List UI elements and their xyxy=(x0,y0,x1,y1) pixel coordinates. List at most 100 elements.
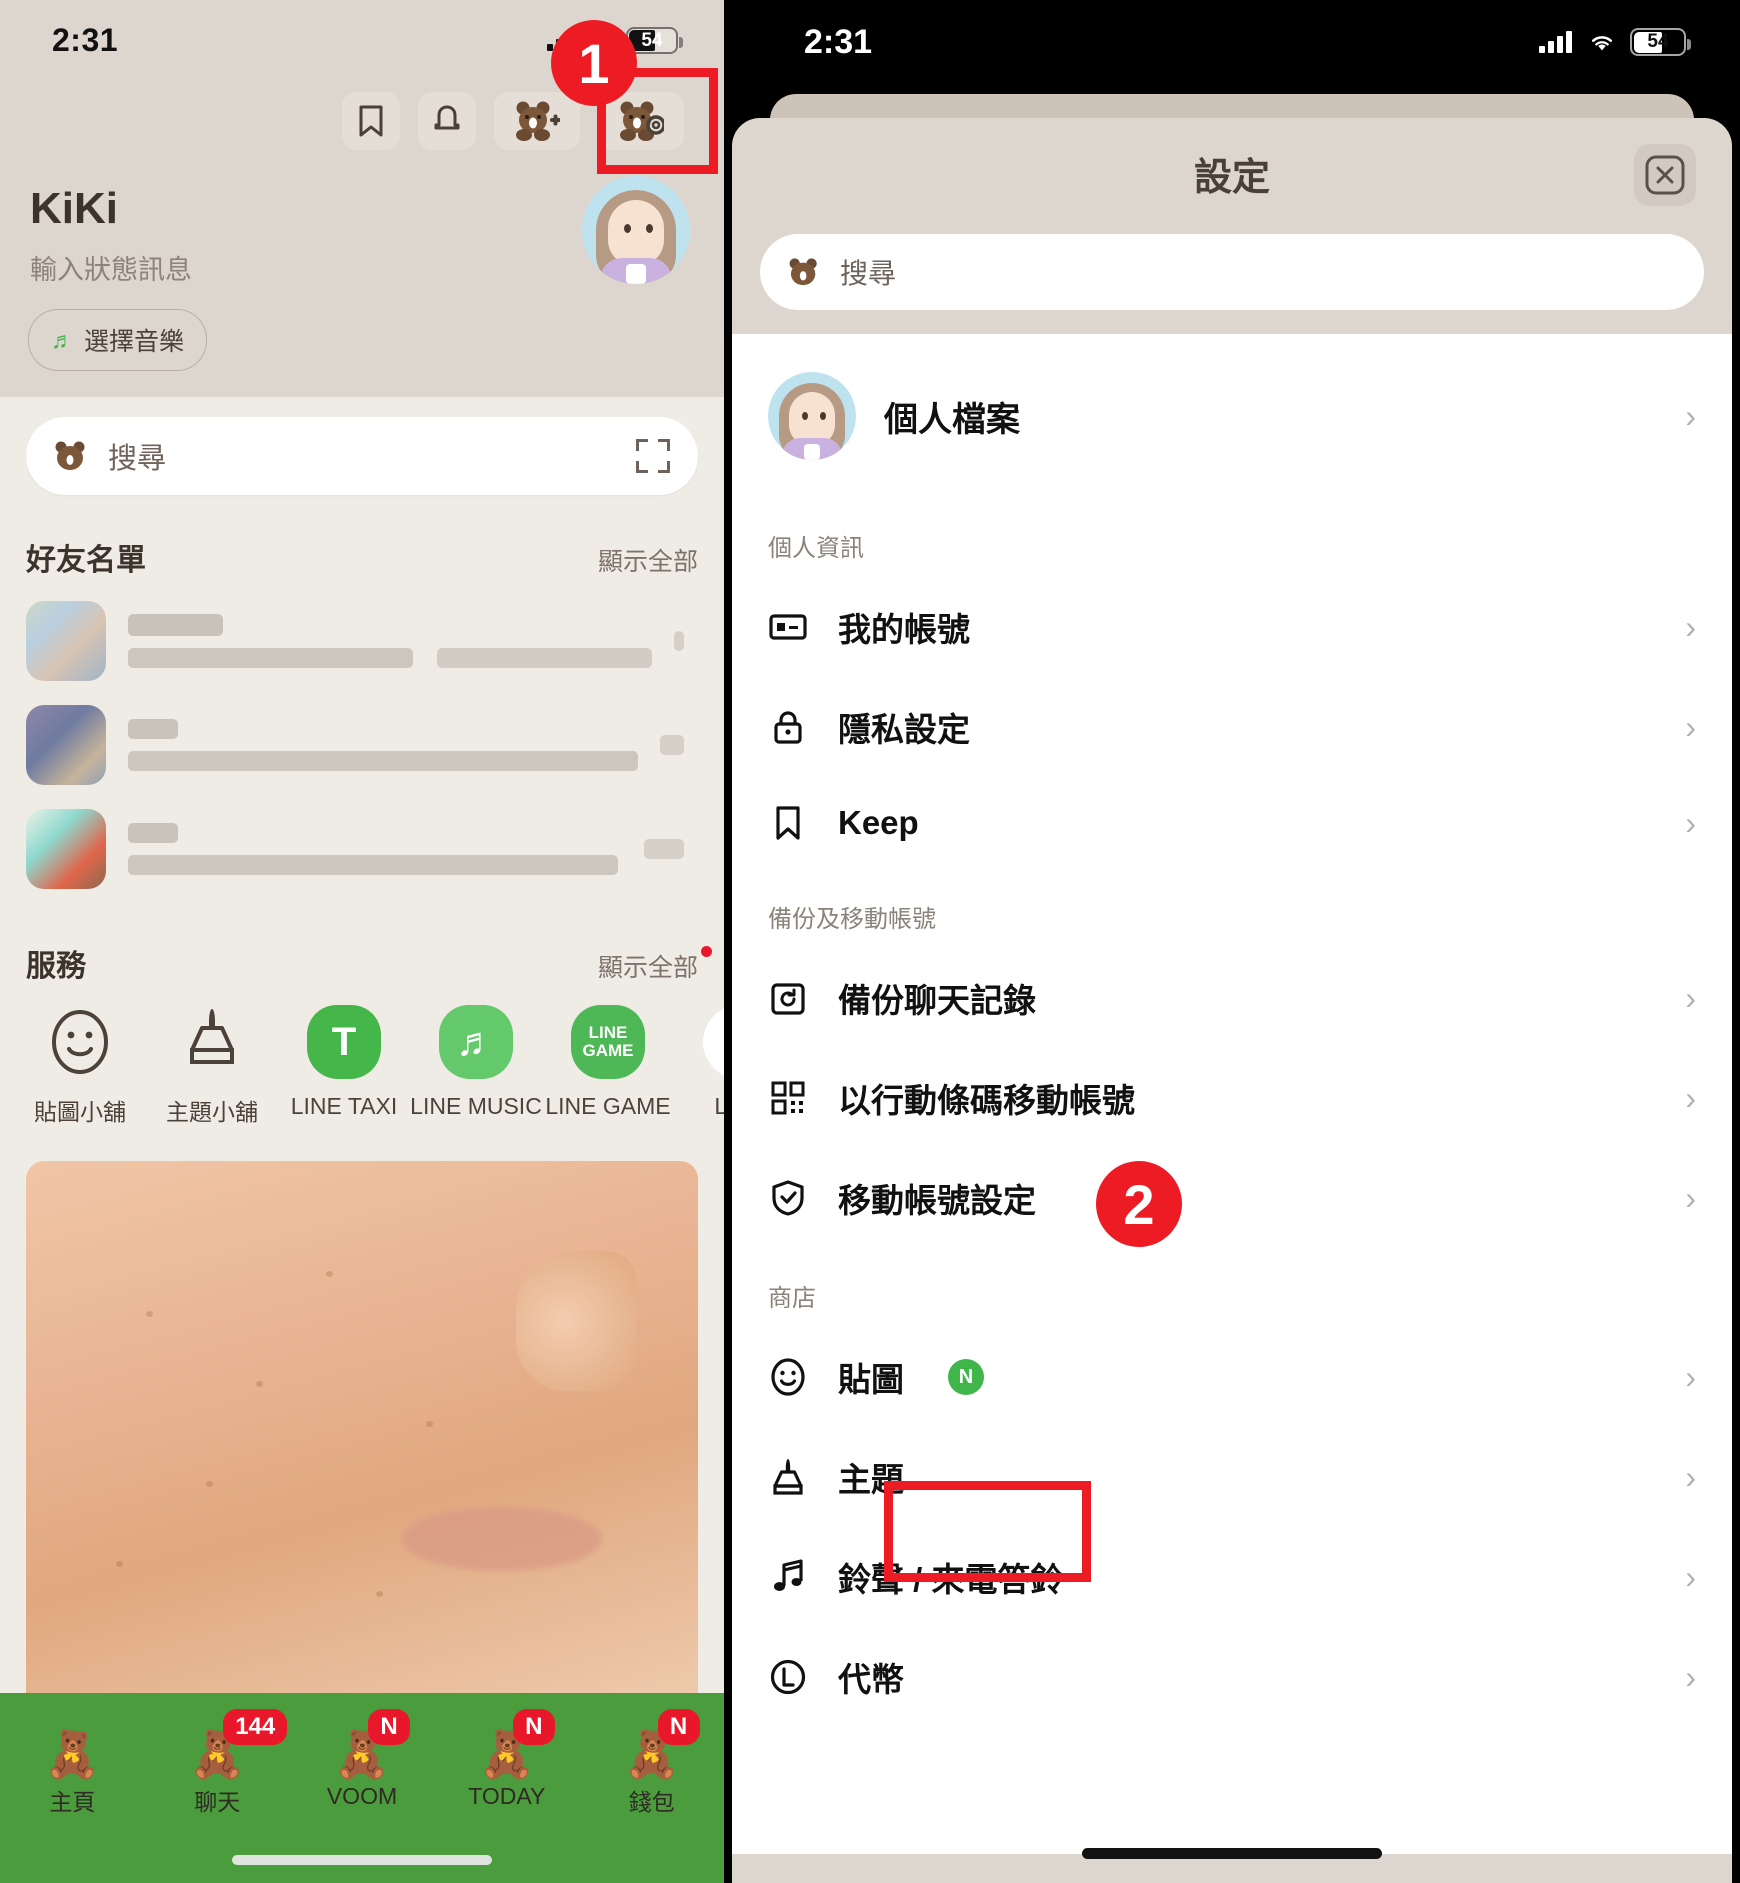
badge xyxy=(660,735,684,755)
service-line-play[interactable]: ▶ LINE xyxy=(674,1005,724,1127)
tab-voom[interactable]: N 🧸 VOOM xyxy=(290,1709,435,1817)
service-line-music[interactable]: ♬ LINE MUSIC xyxy=(410,1005,542,1127)
bear-wallet-icon: 🧸 xyxy=(622,1728,681,1780)
tab-label: VOOM xyxy=(326,1783,398,1809)
tab-chats[interactable]: 144 🧸 聊天 xyxy=(145,1709,290,1817)
close-button[interactable] xyxy=(1634,144,1696,206)
settings-item-profile[interactable]: 個人檔案 › xyxy=(732,334,1732,498)
settings-item-my-account[interactable]: 我的帳號 › xyxy=(732,577,1732,677)
wifi-icon xyxy=(1588,32,1614,52)
notifications-button[interactable] xyxy=(418,92,476,150)
settings-item-label: 個人檔案 xyxy=(884,400,1020,439)
qr-code-icon xyxy=(768,1078,808,1118)
chevron-right-icon: › xyxy=(1685,1658,1696,1695)
status-time: 2:31 xyxy=(804,22,873,61)
service-sticker-shop[interactable]: 貼圖小舖 xyxy=(14,1005,146,1127)
new-dot xyxy=(701,946,712,957)
group-title-personal-info: 個人資訊 xyxy=(768,535,864,562)
friend-list xyxy=(0,589,724,901)
badge xyxy=(644,839,684,859)
service-label: LINE TAXI xyxy=(290,1093,398,1119)
avatar xyxy=(768,372,856,460)
search-input[interactable]: 搜尋 xyxy=(760,234,1704,310)
settings-item-coins[interactable]: 代幣 › xyxy=(732,1627,1732,1727)
promo-photo[interactable] xyxy=(26,1161,698,1721)
settings-item-label: 隱私設定 xyxy=(838,711,970,748)
settings-item-label: 代幣 xyxy=(838,1661,904,1698)
list-item[interactable] xyxy=(0,797,724,901)
settings-item-backup-chats[interactable]: 備份聊天記錄 › xyxy=(732,948,1732,1048)
services-show-all[interactable]: 顯示全部 xyxy=(598,946,712,984)
bear-plus-icon xyxy=(514,99,560,143)
backup-folder-icon xyxy=(768,978,808,1018)
scan-icon[interactable] xyxy=(636,439,670,473)
chevron-right-icon: › xyxy=(1685,1458,1696,1495)
brush-icon xyxy=(175,1005,249,1079)
avatar xyxy=(26,705,106,785)
id-card-icon xyxy=(768,607,808,647)
chevron-right-icon: › xyxy=(1685,608,1696,645)
group-title-backup: 備份及移動帳號 xyxy=(768,906,936,933)
settings-item-transfer-settings[interactable]: 移動帳號設定 › xyxy=(732,1148,1732,1248)
settings-item-label: 移動帳號設定 xyxy=(838,1182,1036,1219)
sticker-face-icon xyxy=(768,1357,808,1397)
add-friend-button[interactable] xyxy=(494,92,580,150)
profile-avatar[interactable] xyxy=(582,176,690,284)
service-line-taxi[interactable]: T LINE TAXI xyxy=(278,1005,410,1127)
keep-bookmark-button[interactable] xyxy=(342,92,400,150)
settings-item-themes[interactable]: 主題 › xyxy=(732,1427,1732,1527)
new-badge: N xyxy=(657,1709,700,1745)
service-label: 貼圖小舖 xyxy=(34,1099,126,1125)
callout-number-2: 2 xyxy=(1096,1161,1182,1247)
tab-home[interactable]: 🧸 主頁 xyxy=(0,1731,145,1817)
chevron-right-icon: › xyxy=(1685,1179,1696,1216)
search-input[interactable]: 搜尋 xyxy=(26,417,698,495)
service-line-game[interactable]: LINE GAME LINE GAME xyxy=(542,1005,674,1127)
lock-icon xyxy=(768,707,808,747)
friends-show-all[interactable]: 顯示全部 xyxy=(598,542,698,578)
badge xyxy=(674,631,684,651)
unread-badge: 144 xyxy=(223,1709,288,1745)
chevron-right-icon: › xyxy=(1685,1558,1696,1595)
bear-today-icon: 🧸 xyxy=(478,1728,536,1780)
list-item[interactable] xyxy=(0,589,724,693)
settings-item-stickers[interactable]: 貼圖 N › xyxy=(732,1327,1732,1427)
service-theme-shop[interactable]: 主題小舖 xyxy=(146,1005,278,1127)
screenshot-root: 2:31 54 KiKi 輸入狀態訊息 ♬ 選擇音樂 搜尋 好友名單 顯示全部 … xyxy=(0,0,1740,1883)
choose-music-button[interactable]: ♬ 選擇音樂 xyxy=(28,309,208,371)
chevron-right-icon: › xyxy=(1685,1358,1696,1395)
bookmark-icon xyxy=(356,104,386,138)
settings-item-keep[interactable]: Keep › xyxy=(732,777,1732,869)
list-item[interactable] xyxy=(0,693,724,797)
tab-today[interactable]: N 🧸 TODAY xyxy=(434,1709,579,1817)
new-badge: N xyxy=(367,1709,410,1745)
settings-item-label: 以行動條碼移動帳號 xyxy=(838,1082,1135,1119)
chevron-right-icon: › xyxy=(1685,1079,1696,1116)
shield-check-icon xyxy=(768,1178,808,1218)
tab-label: 主頁 xyxy=(49,1789,96,1815)
new-badge: N xyxy=(512,1709,555,1745)
settings-list: 個人檔案 › 個人資訊 我的帳號 › 隱私設定 › Keep › 備份及移動帳號… xyxy=(732,334,1732,1854)
service-label: LINE MUSIC xyxy=(410,1093,542,1119)
battery-level: 54 xyxy=(641,29,663,51)
coin-l-icon xyxy=(768,1657,808,1697)
settings-item-label: 貼圖 xyxy=(838,1361,904,1398)
line-play-icon: ▶ xyxy=(703,1005,724,1079)
home-indicator xyxy=(1082,1848,1382,1859)
left-search-area: 搜尋 xyxy=(0,397,724,513)
bear-voom-icon: 🧸 xyxy=(333,1728,391,1780)
tab-wallet[interactable]: N 🧸 錢包 xyxy=(579,1709,724,1817)
service-label: LINE xyxy=(714,1093,724,1119)
settings-item-transfer-qr[interactable]: 以行動條碼移動帳號 › xyxy=(732,1048,1732,1148)
chevron-right-icon: › xyxy=(1685,708,1696,745)
close-icon xyxy=(1645,155,1685,195)
bear-search-icon xyxy=(54,440,90,472)
choose-music-label: 選擇音樂 xyxy=(84,328,185,356)
music-note-icon: ♬ xyxy=(51,326,74,353)
chevron-right-icon: › xyxy=(1685,804,1696,841)
home-indicator xyxy=(232,1855,492,1865)
bottom-tab-bar: 🧸 主頁 144 🧸 聊天 N 🧸 VOOM N 🧸 TODAY N 🧸 錢包 xyxy=(0,1693,724,1883)
settings-item-privacy[interactable]: 隱私設定 › xyxy=(732,677,1732,777)
bookmark-icon xyxy=(768,803,808,843)
settings-item-ringtones[interactable]: 鈴聲 / 來電答鈴 › xyxy=(732,1527,1732,1627)
